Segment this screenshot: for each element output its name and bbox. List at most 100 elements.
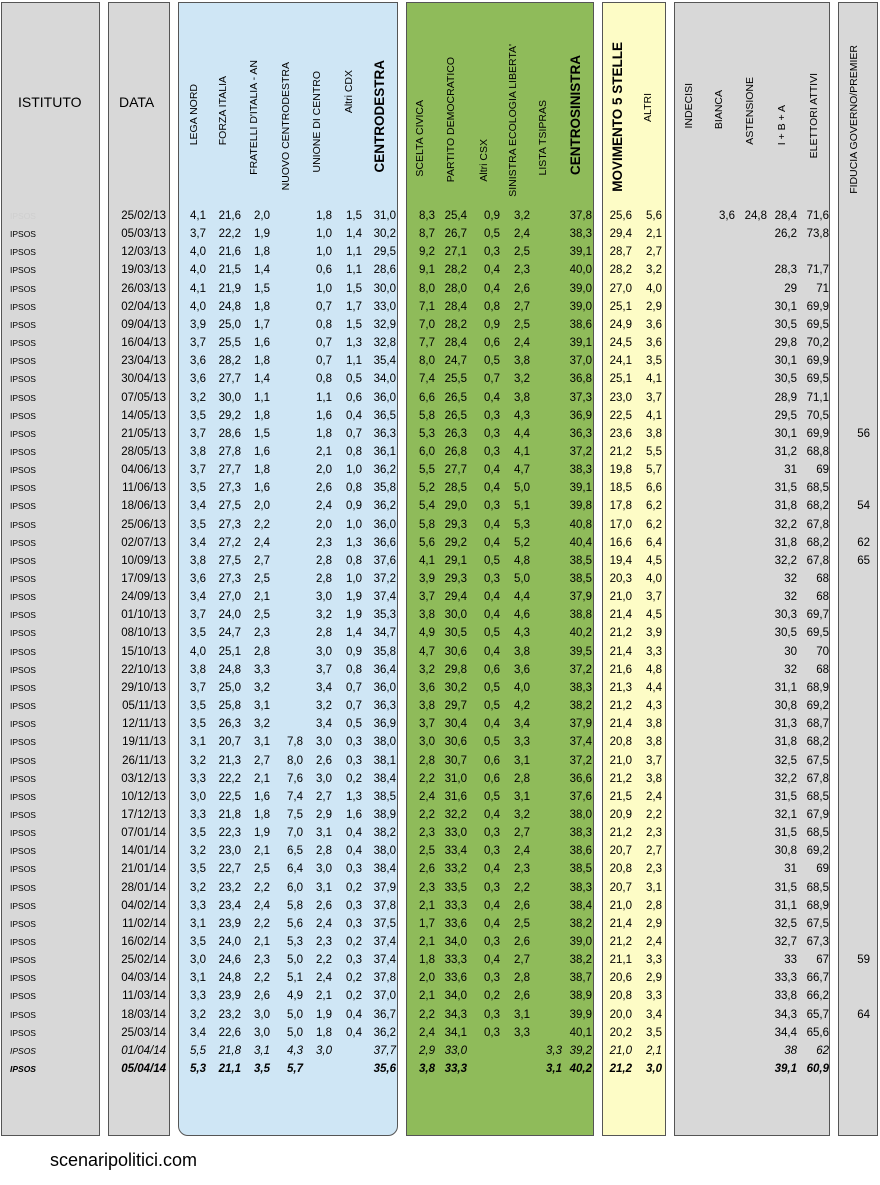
fratelli-italia-cell: 3,2 bbox=[254, 681, 270, 694]
nuovo-cdx-cell: 8,0 bbox=[287, 754, 303, 767]
table-row: IPSOS 28/05/13 3,8 27,8 1,6 2,1 0,8 36,1 6,0 26,8… bbox=[0, 443, 880, 461]
m5s-cell: 20,8 bbox=[609, 736, 632, 749]
scelta-civica-cell: 5,8 bbox=[419, 409, 435, 422]
m5s-cell: 28,2 bbox=[609, 264, 632, 277]
fratelli-italia-cell: 2,4 bbox=[254, 536, 270, 549]
unione-centro-cell: 2,8 bbox=[316, 845, 332, 858]
elettori-cell: 71 bbox=[816, 282, 829, 295]
fratelli-italia-cell: 1,6 bbox=[254, 482, 270, 495]
m5s-cell: 21,0 bbox=[609, 591, 632, 604]
pd-cell: 26,5 bbox=[444, 409, 467, 422]
m5s-cell: 21,6 bbox=[609, 663, 632, 676]
elettori-cell: 60,9 bbox=[806, 1063, 829, 1076]
m5s-cell: 20,8 bbox=[609, 863, 632, 876]
centrodestra-cell: 29,5 bbox=[373, 246, 396, 259]
pd-cell: 26,5 bbox=[444, 391, 467, 404]
istituto-cell: IPSOS bbox=[10, 991, 36, 1002]
pd-cell: 31,6 bbox=[444, 790, 467, 803]
data-cell: 08/10/13 bbox=[121, 627, 166, 640]
altri-csx-cell: 0,3 bbox=[484, 409, 500, 422]
istituto-cell: IPSOS bbox=[10, 682, 36, 693]
m5s-cell: 20,8 bbox=[609, 990, 632, 1003]
data-cell: 22/10/13 bbox=[121, 663, 166, 676]
altri-csx-cell: 0,3 bbox=[484, 827, 500, 840]
forza-italia-cell: 21,5 bbox=[218, 264, 241, 277]
centrosinistra-cell: 38,6 bbox=[569, 845, 592, 858]
altri-cell: 3,0 bbox=[646, 1063, 662, 1076]
elettori-cell: 71,7 bbox=[806, 264, 829, 277]
table-row: IPSOS 05/03/13 3,7 22,2 1,9 1,0 1,4 30,2 8,7 26,7… bbox=[0, 225, 880, 243]
forza-italia-cell: 22,5 bbox=[218, 790, 241, 803]
sel-cell: 5,1 bbox=[514, 500, 530, 513]
fratelli-italia-cell: 2,3 bbox=[254, 954, 270, 967]
altri-cell: 3,6 bbox=[646, 318, 662, 331]
scelta-civica-cell: 2,1 bbox=[419, 899, 435, 912]
data-cell: 05/04/14 bbox=[121, 1063, 166, 1076]
fratelli-italia-cell: 1,4 bbox=[254, 373, 270, 386]
lega-nord-cell: 3,4 bbox=[190, 591, 206, 604]
istituto-cell: IPSOS bbox=[10, 701, 36, 712]
data-cell: 02/04/13 bbox=[121, 300, 166, 313]
iba-cell: 32,2 bbox=[774, 518, 797, 531]
centrosinistra-cell: 39,1 bbox=[569, 337, 592, 350]
centrosinistra-cell: 38,2 bbox=[569, 700, 592, 713]
altri-cell: 2,7 bbox=[646, 845, 662, 858]
forza-italia-cell: 21,6 bbox=[218, 210, 241, 222]
centrodestra-cell: 37,7 bbox=[373, 1044, 396, 1057]
altri-cell: 4,4 bbox=[646, 681, 662, 694]
altri-cell: 6,2 bbox=[646, 518, 662, 531]
fratelli-italia-cell: 1,1 bbox=[254, 391, 270, 404]
data-cell: 29/10/13 bbox=[121, 681, 166, 694]
fratelli-italia-cell: 3,1 bbox=[254, 736, 270, 749]
sel-cell: 3,8 bbox=[514, 645, 530, 658]
lega-nord-cell: 3,3 bbox=[190, 990, 206, 1003]
lega-nord-cell: 3,5 bbox=[190, 482, 206, 495]
unione-centro-cell: 3,4 bbox=[316, 681, 332, 694]
nuovo-cdx-cell: 5,8 bbox=[287, 899, 303, 912]
centrodestra-cell: 32,8 bbox=[373, 337, 396, 350]
iba-cell: 34,4 bbox=[774, 1026, 797, 1039]
centrodestra-cell: 36,1 bbox=[373, 445, 396, 458]
unione-centro-cell: 2,0 bbox=[316, 518, 332, 531]
sel-cell: 2,5 bbox=[514, 318, 530, 331]
altri-cdx-cell: 0,3 bbox=[346, 754, 362, 767]
forza-italia-cell: 24,8 bbox=[218, 663, 241, 676]
pd-cell: 25,4 bbox=[444, 210, 467, 222]
nuovo-cdx-cell: 7,5 bbox=[287, 808, 303, 821]
elettori-cell: 67,9 bbox=[806, 808, 829, 821]
m5s-cell: 18,5 bbox=[609, 482, 632, 495]
iba-cell: 31 bbox=[784, 464, 797, 477]
iba-cell: 28,3 bbox=[774, 264, 797, 277]
altri-cell: 2,9 bbox=[646, 917, 662, 930]
altri-csx-cell: 0,3 bbox=[484, 845, 500, 858]
data-cell: 25/03/14 bbox=[121, 1026, 166, 1039]
nuovo-cdx-cell: 4,3 bbox=[287, 1044, 303, 1057]
altri-cell: 3,7 bbox=[646, 754, 662, 767]
iba-cell: 32 bbox=[784, 591, 797, 604]
forza-italia-cell: 24,7 bbox=[218, 627, 241, 640]
altri-cdx-cell: 0,7 bbox=[346, 700, 362, 713]
lega-nord-cell: 3,2 bbox=[190, 881, 206, 894]
centrosinistra-cell: 38,3 bbox=[569, 464, 592, 477]
altri-cell: 2,3 bbox=[646, 827, 662, 840]
m5s-cell: 20,6 bbox=[609, 972, 632, 985]
centrosinistra-cell: 38,3 bbox=[569, 827, 592, 840]
sel-cell: 2,7 bbox=[514, 300, 530, 313]
unione-centro-cell: 2,3 bbox=[316, 936, 332, 948]
altri-cell: 4,5 bbox=[646, 554, 662, 567]
nuovo-cdx-cell: 6,0 bbox=[287, 881, 303, 894]
forza-italia-cell: 23,2 bbox=[218, 1008, 241, 1021]
table-row: IPSOS 29/10/13 3,7 25,0 3,2 3,4 0,7 36,0 3,6 30,2… bbox=[0, 679, 880, 697]
istituto-cell: IPSOS bbox=[10, 864, 36, 875]
m5s-cell: 21,1 bbox=[609, 954, 632, 967]
header-forza-italia: FORZA ITALIA bbox=[217, 75, 229, 145]
iba-cell: 33,8 bbox=[774, 990, 797, 1003]
unione-centro-cell: 3,0 bbox=[316, 645, 332, 658]
altri-cell: 2,7 bbox=[646, 246, 662, 259]
lega-nord-cell: 3,7 bbox=[190, 228, 206, 241]
altri-cell: 4,5 bbox=[646, 609, 662, 622]
altri-cell: 3,8 bbox=[646, 772, 662, 785]
lega-nord-cell: 3,2 bbox=[190, 845, 206, 858]
forza-italia-cell: 24,6 bbox=[218, 954, 241, 967]
elettori-cell: 69,2 bbox=[806, 845, 829, 858]
